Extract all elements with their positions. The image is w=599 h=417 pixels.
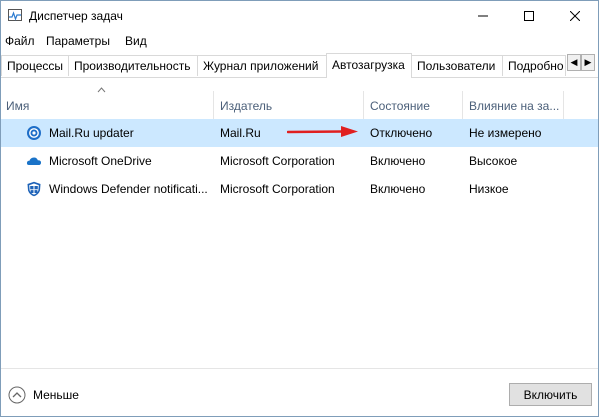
column-header-publisher[interactable]: Издатель [220, 99, 272, 113]
column-header-name[interactable]: Имя [6, 99, 29, 113]
maximize-icon [524, 11, 534, 21]
column-divider[interactable] [563, 91, 564, 119]
row-impact: Высокое [469, 154, 518, 168]
tab-scroll-right-button[interactable]: ▶ [581, 54, 595, 71]
chevron-left-icon: ◀ [570, 57, 578, 67]
menu-bar: Файл Параметры Вид [1, 31, 598, 51]
fewer-details-button[interactable]: Меньше [8, 386, 79, 404]
menu-file[interactable]: Файл [5, 34, 35, 48]
row-status: Включено [370, 182, 426, 196]
tab-performance[interactable]: Производительность [68, 55, 198, 76]
table-header: Имя Издатель Состояние Влияние на за... [1, 79, 598, 120]
enable-button[interactable]: Включить [509, 383, 592, 406]
column-divider[interactable] [462, 91, 463, 119]
row-impact: Низкое [469, 182, 509, 196]
red-arrow-annotation [287, 126, 358, 137]
column-divider[interactable] [363, 91, 364, 119]
task-manager-icon [8, 9, 22, 21]
tab-processes[interactable]: Процессы [1, 55, 69, 76]
row-publisher: Microsoft Corporation [220, 182, 335, 196]
title-bar[interactable]: Диспетчер задач [1, 1, 598, 31]
tab-app-history[interactable]: Журнал приложений [197, 55, 327, 76]
column-divider[interactable] [213, 91, 214, 119]
minimize-icon [478, 15, 488, 17]
minimize-button[interactable] [460, 1, 506, 31]
tab-details[interactable]: Подробно [502, 55, 566, 76]
footer-bar: Меньше Включить [1, 368, 598, 416]
row-status: Отключено [370, 126, 433, 140]
tab-scroll-left-button[interactable]: ◀ [567, 54, 581, 71]
window-title: Диспетчер задач [29, 9, 123, 23]
column-header-status[interactable]: Состояние [370, 99, 430, 113]
table-row[interactable]: Microsoft OneDrive Microsoft Corporation… [1, 147, 598, 175]
row-impact: Не измерено [469, 126, 542, 140]
tab-users[interactable]: Пользователи [411, 55, 503, 76]
maximize-button[interactable] [506, 1, 552, 31]
table-row[interactable]: Windows Defender notificati... Microsoft… [1, 175, 598, 203]
task-manager-window: Диспетчер задач Файл Параметры Вид Проце… [0, 0, 599, 417]
mailru-at-icon [27, 126, 41, 140]
windows-defender-shield-icon [27, 181, 41, 197]
row-name: Windows Defender notificati... [49, 182, 208, 196]
close-button[interactable] [552, 1, 598, 31]
menu-options[interactable]: Параметры [46, 34, 110, 48]
menu-view[interactable]: Вид [125, 34, 147, 48]
chevron-right-icon: ▶ [584, 57, 592, 67]
row-publisher: Mail.Ru [220, 126, 261, 140]
row-publisher: Microsoft Corporation [220, 154, 335, 168]
close-icon [570, 11, 580, 21]
onedrive-cloud-icon [26, 157, 42, 165]
chevron-up-circle-icon [8, 386, 26, 404]
fewer-details-label: Меньше [33, 388, 79, 402]
tab-bar: Процессы Производительность Журнал прило… [1, 53, 598, 78]
sort-ascending-icon [97, 87, 106, 93]
row-name: Mail.Ru updater [49, 126, 134, 140]
tab-startup[interactable]: Автозагрузка [326, 53, 412, 78]
row-name: Microsoft OneDrive [49, 154, 152, 168]
column-header-impact[interactable]: Влияние на за... [469, 99, 559, 113]
row-status: Включено [370, 154, 426, 168]
